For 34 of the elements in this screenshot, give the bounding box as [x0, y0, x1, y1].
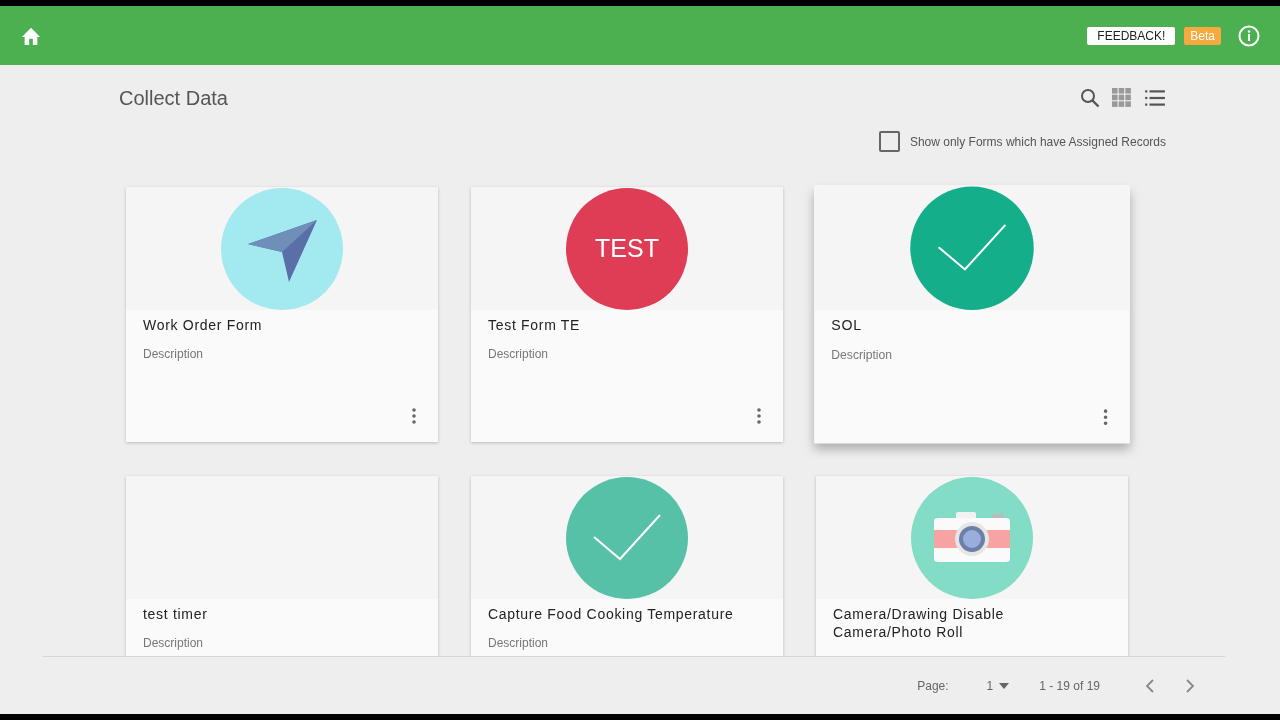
card-title: Capture Food Cooking Temperature	[487, 605, 735, 623]
list-view-icon[interactable]	[1144, 88, 1166, 108]
page-select[interactable]: 1	[986, 678, 1010, 693]
page-title: Collect Data	[119, 86, 229, 110]
form-card[interactable]: SOL Description	[814, 185, 1130, 444]
filter-checkbox[interactable]	[878, 131, 900, 152]
card-title: SOL	[830, 316, 863, 335]
card-title: Work Order Form	[142, 316, 264, 334]
home-icon[interactable]	[20, 25, 42, 46]
more-menu-icon[interactable]	[1103, 409, 1108, 426]
feedback-button[interactable]: FEEDBACK!	[1087, 26, 1176, 45]
avatar-text: TEST	[595, 234, 659, 263]
caret-icon	[999, 682, 1010, 689]
card-title: Test Form TE	[487, 316, 582, 334]
filter-label: Show only Forms which have Assigned Records	[909, 134, 1166, 149]
form-card[interactable]: Work Order Form Description	[126, 187, 438, 442]
card-description: Description	[487, 635, 550, 650]
card-description: Description	[830, 346, 894, 362]
form-card[interactable]: Capture Food Cooking Temperature Description	[471, 476, 783, 656]
info-icon[interactable]	[1238, 24, 1260, 47]
card-description: Description	[142, 635, 205, 650]
beta-badge: Beta	[1184, 26, 1221, 45]
search-icon[interactable]	[1080, 88, 1100, 108]
card-title: Camera/Drawing Disable Camera/Photo Roll	[832, 605, 1005, 641]
page-range: 1 - 19 of 19	[1039, 678, 1100, 693]
more-menu-icon[interactable]	[412, 408, 416, 424]
card-title: test timer	[142, 605, 209, 623]
page-label: Page:	[917, 678, 949, 693]
card-description: Description	[487, 346, 550, 361]
form-card[interactable]: Camera/Drawing Disable Camera/Photo Roll	[816, 476, 1128, 656]
more-menu-icon[interactable]	[757, 408, 761, 424]
form-card[interactable]: test timer Description	[126, 476, 438, 656]
card-description: Description	[142, 346, 205, 361]
form-card[interactable]: TEST Test Form TE Description	[471, 187, 783, 442]
